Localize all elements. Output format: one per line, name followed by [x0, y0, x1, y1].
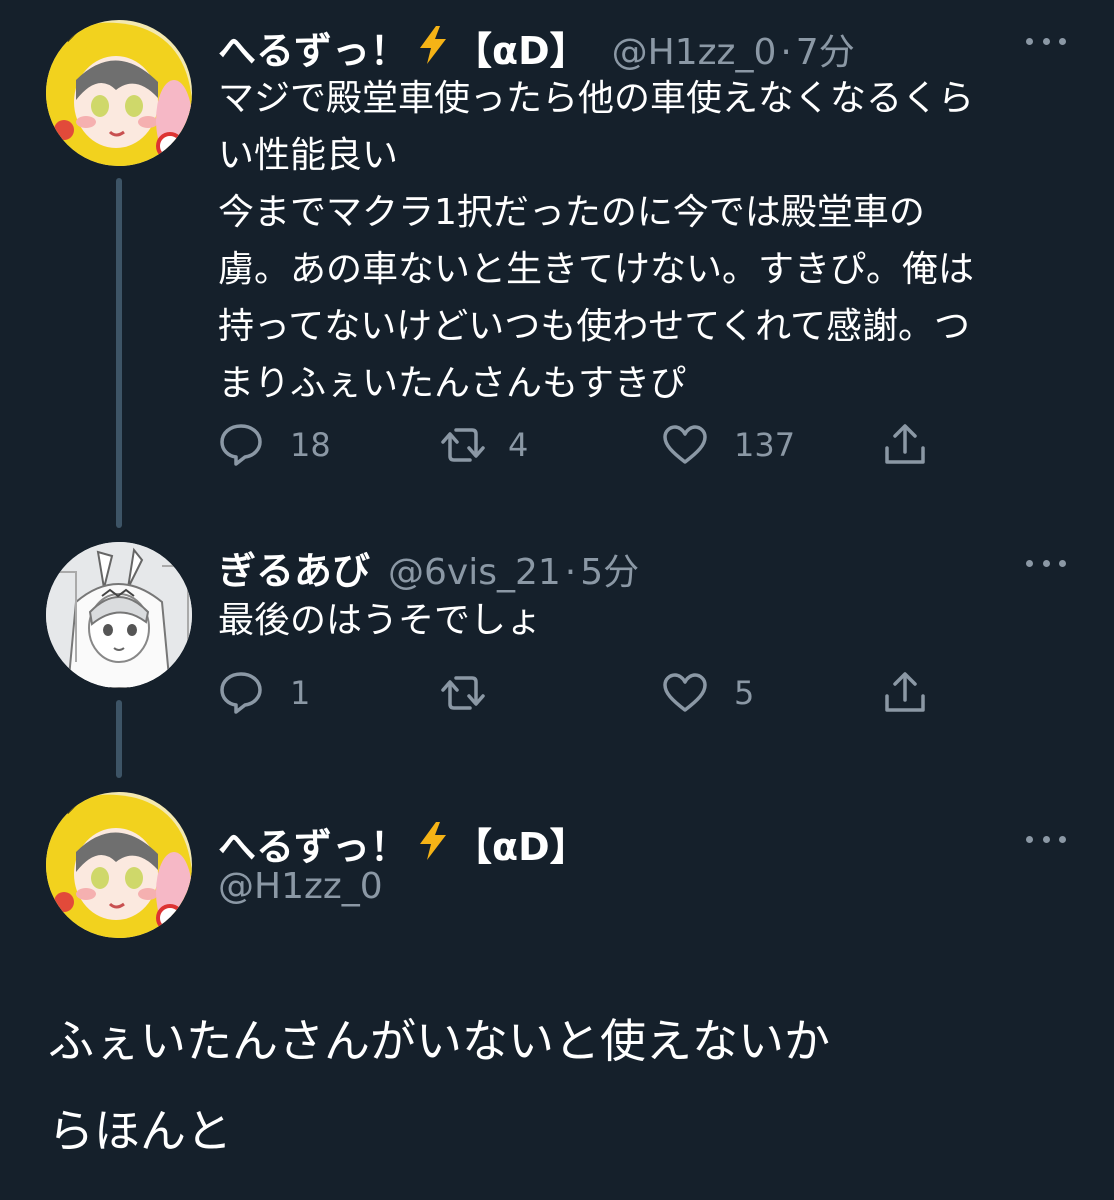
- more-options-icon[interactable]: [1026, 36, 1066, 46]
- handle[interactable]: @6vis_21: [388, 552, 561, 593]
- retweet-icon: [441, 676, 485, 710]
- like-count: 5: [734, 674, 755, 712]
- lightning-icon: [418, 822, 448, 860]
- tweet-actions: 18 4 137: [218, 420, 938, 470]
- display-name[interactable]: ぎるあび: [218, 540, 370, 595]
- separator: ·: [780, 32, 792, 73]
- handle[interactable]: @H1zz_0: [218, 866, 383, 907]
- avatar[interactable]: [46, 20, 192, 166]
- avatar-hood-icon: [46, 792, 192, 938]
- more-options-icon[interactable]: [1026, 558, 1066, 568]
- reply-icon: [220, 672, 262, 714]
- tweet-header: へるずっ！ 【αD】 @H1zz_0 · 7分: [218, 20, 855, 75]
- handle[interactable]: @H1zz_0: [612, 32, 777, 73]
- tweet-actions: 1 5: [218, 668, 938, 718]
- thread-line: [116, 178, 122, 528]
- avatar[interactable]: [46, 542, 192, 688]
- timestamp[interactable]: 7分: [796, 23, 855, 75]
- retweet-button[interactable]: [440, 668, 512, 718]
- share-button[interactable]: [882, 420, 928, 470]
- retweet-count: 4: [508, 426, 529, 464]
- reply-icon: [220, 424, 262, 466]
- avatar-sketch-icon: [46, 542, 192, 688]
- separator: ·: [564, 552, 577, 593]
- name-tag[interactable]: 【αD】: [454, 20, 588, 75]
- main-tweet-text: ふぇいたんさんがいないと使えないか らほんと: [48, 1014, 830, 1158]
- more-options-icon[interactable]: [1026, 834, 1066, 844]
- thread-line: [116, 700, 122, 778]
- share-icon: [885, 672, 925, 712]
- tweet-text: 最後のはうそでしょ: [218, 600, 543, 641]
- heart-icon: [663, 425, 707, 464]
- like-button[interactable]: 5: [662, 668, 754, 718]
- like-button[interactable]: 137: [662, 420, 795, 470]
- like-count: 137: [734, 426, 796, 464]
- reply-button[interactable]: 18: [218, 420, 331, 470]
- avatar-hood-icon: [46, 20, 192, 166]
- tweet-header: へるずっ！ 【αD】: [218, 816, 588, 871]
- name-tag[interactable]: 【αD】: [454, 816, 588, 871]
- tweet-header: ぎるあび @6vis_21 · 5分: [218, 540, 639, 595]
- display-name[interactable]: へるずっ！: [218, 816, 408, 871]
- reply-count: 18: [290, 426, 331, 464]
- reply-button[interactable]: 1: [218, 668, 310, 718]
- share-button[interactable]: [882, 668, 928, 718]
- display-name[interactable]: へるずっ！: [218, 20, 408, 75]
- heart-icon: [663, 673, 707, 712]
- avatar[interactable]: [46, 792, 192, 938]
- reply-count: 1: [290, 674, 311, 712]
- lightning-icon: [418, 26, 448, 64]
- retweet-icon: [441, 428, 485, 462]
- retweet-button[interactable]: 4: [440, 420, 528, 470]
- tweet-text: マジで殿堂車使ったら他の車使えなくなるくら い性能良い 今までマクラ1択だったの…: [218, 78, 975, 404]
- tweet-thread: へるずっ！ 【αD】 @H1zz_0 · 7分 マジで殿堂車使ったら他の車使えな…: [0, 0, 1114, 1200]
- timestamp[interactable]: 5分: [580, 543, 639, 595]
- share-icon: [885, 424, 925, 464]
